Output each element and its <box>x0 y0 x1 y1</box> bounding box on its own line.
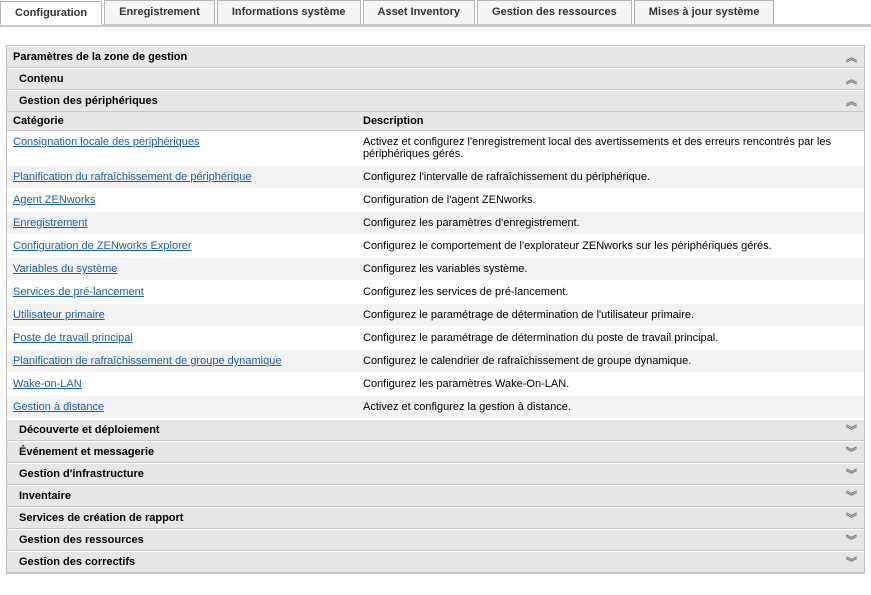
table-row: Variables du système Configurez les varia… <box>7 258 864 281</box>
cell-description: Configurez l'intervalle de rafraîchissem… <box>357 166 864 188</box>
col-header-description: Description <box>357 112 864 130</box>
category-link[interactable]: Consignation locale des périphériques <box>13 136 200 148</box>
category-link[interactable]: Enregistrement <box>13 217 88 229</box>
cell-description: Activez et configurez la gestion à dista… <box>357 396 864 418</box>
cell-description: Configurez les paramètres d'enregistreme… <box>357 212 864 234</box>
chevron-up-icon[interactable]: ︽ <box>844 94 858 108</box>
category-link[interactable]: Configuration de ZENworks Explorer <box>13 240 192 252</box>
table-row: Planification de rafraîchissement de gro… <box>7 350 864 373</box>
cell-description: Configuration de l'agent ZENworks. <box>357 189 864 211</box>
cell-description: Configurez le paramétrage de déterminati… <box>357 304 864 326</box>
table-row: Utilisateur primaire Configurez le paramé… <box>7 304 864 327</box>
category-link[interactable]: Gestion à distance <box>13 401 104 413</box>
category-link[interactable]: Services de pré-lancement <box>13 286 144 298</box>
chevron-down-icon[interactable]: ︾ <box>844 533 858 547</box>
section-title: Événement et messagerie <box>19 446 844 458</box>
panel-title: Paramètres de la zone de gestion <box>13 51 844 63</box>
cell-category: Variables du système <box>7 258 357 280</box>
chevron-down-icon[interactable]: ︾ <box>844 489 858 503</box>
tab-configuration[interactable]: Configuration <box>0 1 102 25</box>
section-header-collapsed[interactable]: Gestion d'infrastructure︾ <box>7 463 864 485</box>
panel-header-zone[interactable]: Paramètres de la zone de gestion ︽ <box>7 46 864 68</box>
chevron-down-icon[interactable]: ︾ <box>844 511 858 525</box>
cell-category: Agent ZENworks <box>7 189 357 211</box>
table-row: Agent ZENworks Configuration de l'agent Z… <box>7 189 864 212</box>
cell-description: Configurez le paramétrage de déterminati… <box>357 327 864 349</box>
table-row: Wake-on-LAN Configurez les paramètres Wak… <box>7 373 864 396</box>
category-link[interactable]: Poste de travail principal <box>13 332 133 344</box>
table-row: Poste de travail principal Configurez le … <box>7 327 864 350</box>
tab-asset-inventory[interactable]: Asset Inventory <box>363 0 476 24</box>
category-link[interactable]: Planification du rafraîchissement de pér… <box>13 171 251 183</box>
section-title: Gestion des ressources <box>19 534 844 546</box>
section-header-collapsed[interactable]: Gestion des ressources︾ <box>7 529 864 551</box>
cell-category: Wake-on-LAN <box>7 373 357 395</box>
tab-bar: ConfigurationEnregistrementInformations … <box>0 0 871 27</box>
cell-category: Gestion à distance <box>7 396 357 418</box>
cell-description: Activez et configurez l'enregistrement l… <box>357 131 864 165</box>
section-header-collapsed[interactable]: Événement et messagerie︾ <box>7 441 864 463</box>
section-header-content[interactable]: Contenu ︽ <box>7 68 864 90</box>
section-header-collapsed[interactable]: Découverte et déploiement︾ <box>7 419 864 441</box>
panel: Paramètres de la zone de gestion ︽ Conte… <box>6 45 865 574</box>
table-row: Enregistrement Configurez les paramètres … <box>7 212 864 235</box>
chevron-up-icon[interactable]: ︽ <box>844 50 858 64</box>
section-title: Gestion d'infrastructure <box>19 468 844 480</box>
cell-category: Planification de rafraîchissement de gro… <box>7 350 357 372</box>
table-body: Consignation locale des périphériques Act… <box>7 131 864 419</box>
collapsed-sections: Découverte et déploiement︾Événement et m… <box>7 419 864 573</box>
col-header-category: Catégorie <box>7 112 357 130</box>
cell-description: Configurez les variables système. <box>357 258 864 280</box>
cell-category: Services de pré-lancement <box>7 281 357 303</box>
section-header-devmgmt[interactable]: Gestion des périphériques ︽ <box>7 90 864 112</box>
section-title: Contenu <box>19 73 844 85</box>
section-title: Inventaire <box>19 490 844 502</box>
cell-category: Planification du rafraîchissement de pér… <box>7 166 357 188</box>
table-row: Planification du rafraîchissement de pér… <box>7 166 864 189</box>
table-row: Gestion à distance Activez et configurez … <box>7 396 864 419</box>
cell-category: Utilisateur primaire <box>7 304 357 326</box>
category-link[interactable]: Planification de rafraîchissement de gro… <box>13 355 281 367</box>
chevron-down-icon[interactable]: ︾ <box>844 467 858 481</box>
tab-informations-syst-me[interactable]: Informations système <box>217 0 361 24</box>
table-row: Consignation locale des périphériques Act… <box>7 131 864 166</box>
tab-enregistrement[interactable]: Enregistrement <box>104 0 215 24</box>
chevron-down-icon[interactable]: ︾ <box>844 445 858 459</box>
section-title: Découverte et déploiement <box>19 424 844 436</box>
chevron-down-icon[interactable]: ︾ <box>844 555 858 569</box>
section-header-collapsed[interactable]: Services de création de rapport︾ <box>7 507 864 529</box>
tab-mises-jour-syst-me[interactable]: Mises à jour système <box>634 0 775 24</box>
chevron-down-icon[interactable]: ︾ <box>844 423 858 437</box>
table-header: Catégorie Description <box>7 112 864 131</box>
tab-gestion-des-ressources[interactable]: Gestion des ressources <box>477 0 632 24</box>
chevron-up-icon[interactable]: ︽ <box>844 72 858 86</box>
cell-category: Enregistrement <box>7 212 357 234</box>
category-link[interactable]: Variables du système <box>13 263 117 275</box>
section-title: Gestion des correctifs <box>19 556 844 568</box>
category-link[interactable]: Agent ZENworks <box>13 194 96 206</box>
cell-description: Configurez le comportement de l'explorat… <box>357 235 864 257</box>
section-header-collapsed[interactable]: Gestion des correctifs︾ <box>7 551 864 573</box>
cell-description: Configurez les paramètres Wake-On-LAN. <box>357 373 864 395</box>
cell-category: Configuration de ZENworks Explorer <box>7 235 357 257</box>
cell-description: Configurez le calendrier de rafraîchisse… <box>357 350 864 372</box>
table-row: Configuration de ZENworks Explorer Config… <box>7 235 864 258</box>
category-link[interactable]: Utilisateur primaire <box>13 309 105 321</box>
category-link[interactable]: Wake-on-LAN <box>13 378 82 390</box>
cell-category: Consignation locale des périphériques <box>7 131 357 165</box>
table-row: Services de pré-lancement Configurez les … <box>7 281 864 304</box>
cell-description: Configurez les services de pré-lancement… <box>357 281 864 303</box>
cell-category: Poste de travail principal <box>7 327 357 349</box>
section-header-collapsed[interactable]: Inventaire︾ <box>7 485 864 507</box>
section-title: Services de création de rapport <box>19 512 844 524</box>
section-title: Gestion des périphériques <box>19 95 844 107</box>
